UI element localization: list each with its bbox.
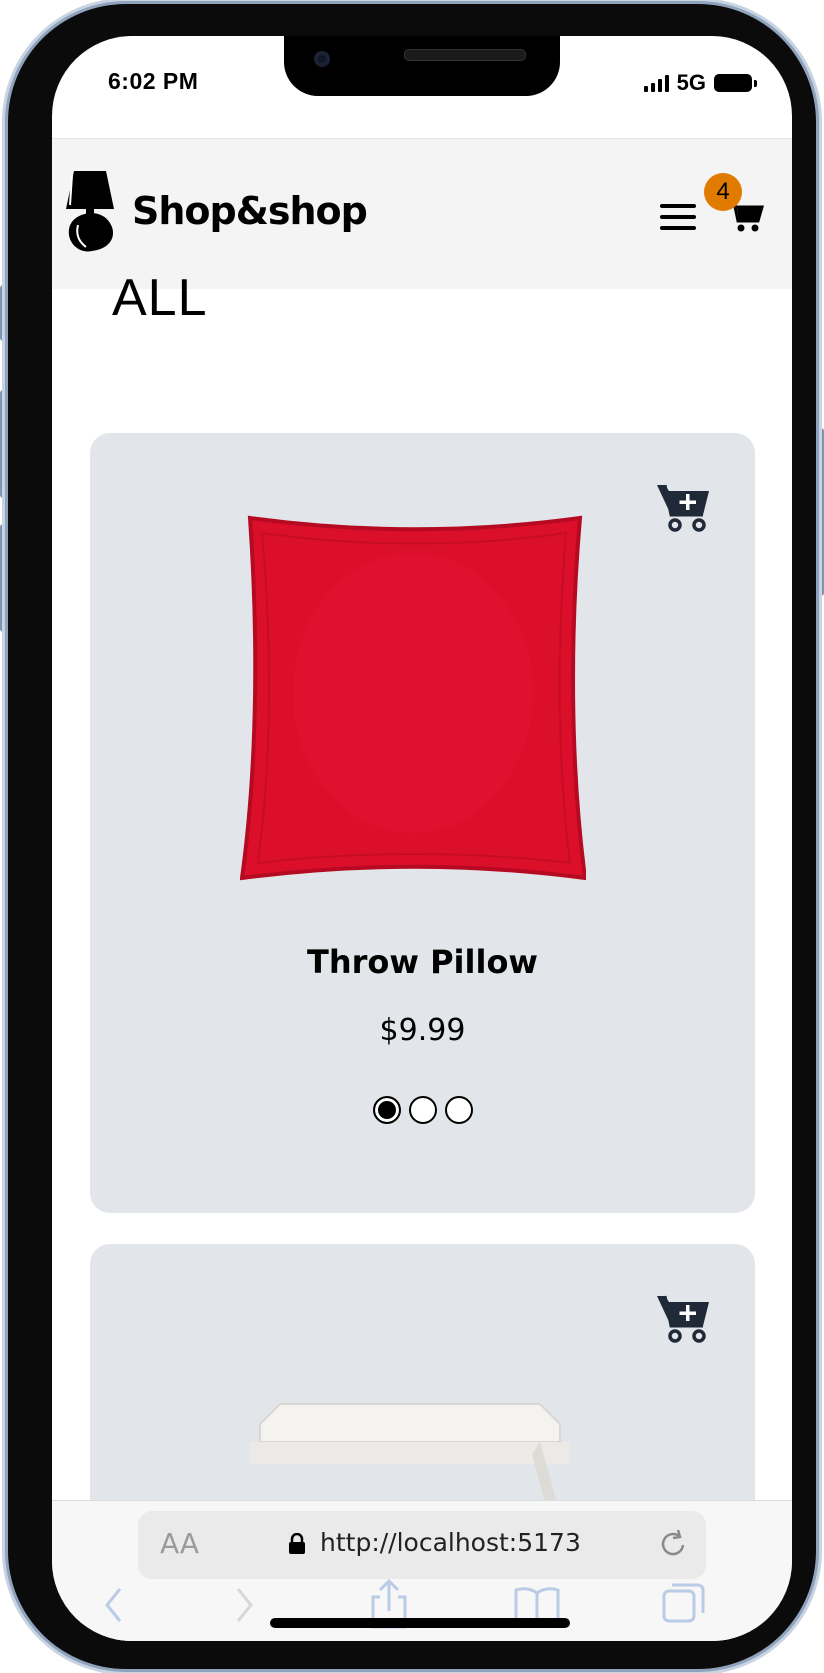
status-indicators: 5G [643,70,757,96]
carousel-dot[interactable] [408,1096,437,1124]
volume-up-button [0,390,6,498]
product-name[interactable]: Throw Pillow [90,943,755,981]
power-button [818,428,824,596]
product-price: $9.99 [379,1013,466,1048]
tabs-icon[interactable] [662,1581,706,1630]
volume-down-button [0,524,6,632]
speaker [404,49,526,61]
forward-icon[interactable] [232,1585,256,1630]
battery-icon [714,74,757,92]
carousel-dot[interactable] [444,1096,473,1124]
add-to-cart-icon[interactable] [655,479,711,540]
app-header: Shop&shop 4 [52,138,792,289]
home-indicator[interactable] [270,1618,570,1628]
text-size-button[interactable]: AA [160,1527,199,1560]
lamp-logo-icon[interactable] [62,169,118,258]
phone-frame: 6:02 PM 5G Shop&shop 4 ALL Throw Pillow … [8,4,816,1669]
network-label: 5G [676,70,706,95]
reload-icon[interactable] [658,1527,688,1564]
lock-icon [288,1532,306,1560]
signal-icon [643,74,669,92]
brand-name[interactable]: Shop&shop [132,189,368,233]
url-text[interactable]: http://localhost:5173 [320,1528,581,1557]
add-to-cart-icon[interactable] [655,1290,711,1351]
menu-icon[interactable] [660,204,696,232]
silent-switch [0,285,6,341]
carousel-dot[interactable] [372,1096,401,1124]
address-bar[interactable]: AA http://localhost:5173 [138,1511,706,1579]
camera [314,51,330,67]
image-carousel-dots [90,1096,755,1124]
page-title: ALL [112,269,208,327]
back-icon[interactable] [102,1585,126,1630]
status-time: 6:02 PM [108,68,199,94]
cart-count-badge: 4 [704,173,742,211]
screen: 6:02 PM 5G Shop&shop 4 ALL Throw Pillow … [52,36,792,1641]
product-image[interactable] [239,513,588,888]
product-card[interactable]: Throw Pillow $9.99 [90,433,755,1213]
